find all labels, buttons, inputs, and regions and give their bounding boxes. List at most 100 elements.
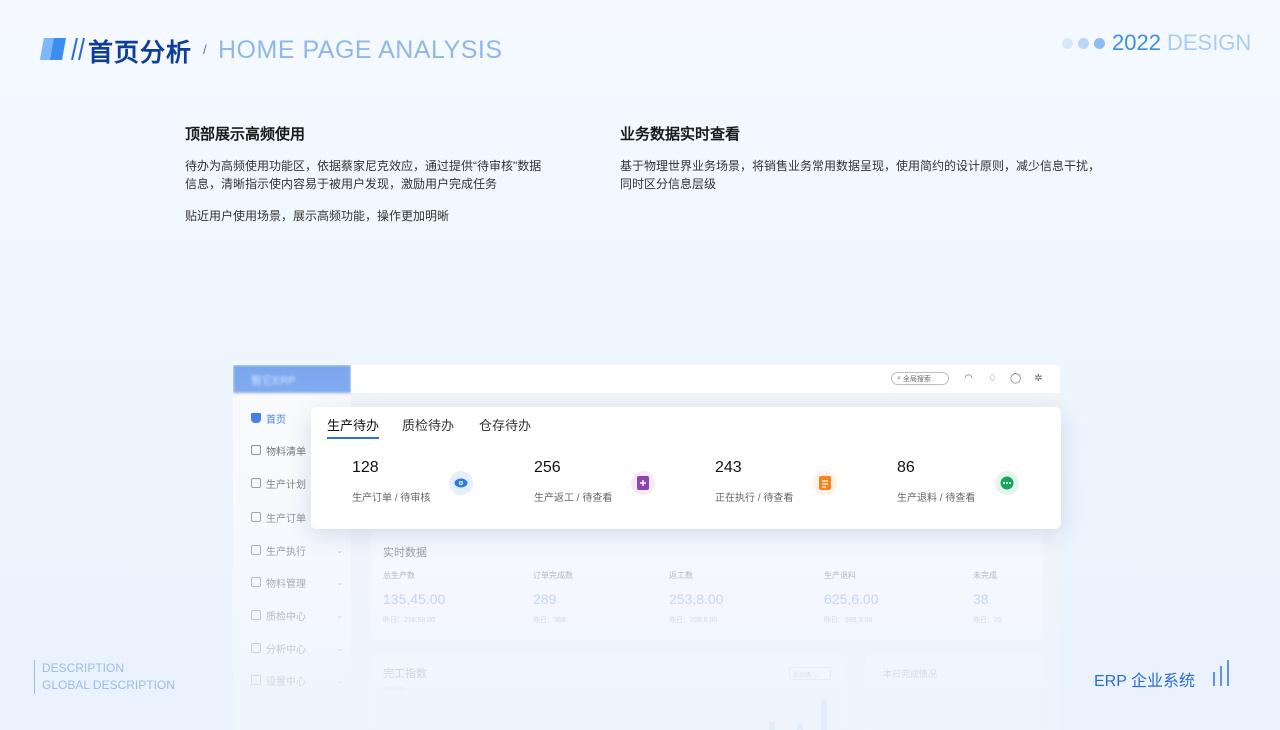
- realtime-label: 生产退料: [824, 571, 856, 580]
- sidebar-item-label: 物料清单: [266, 446, 306, 458]
- todo-card: 生产待办 质检待办 仓存待办 128 生产订单 / 待审核 256 生产返工 /…: [311, 407, 1061, 529]
- realtime-label: 未完成: [973, 571, 997, 580]
- sidebar-item-label: 生产订单: [266, 513, 306, 525]
- brand-logo-icon: [40, 38, 85, 61]
- realtime-label: 总生产数: [383, 571, 415, 580]
- realtime-label: 返工数: [669, 571, 693, 580]
- page-subtitle: HOME PAGE ANALYSIS: [218, 36, 503, 64]
- realtime-value: 289: [533, 591, 557, 607]
- chart-bar: [821, 700, 827, 730]
- home-icon: [251, 413, 261, 423]
- todo-item[interactable]: 86 生产退料 / 待查看: [897, 459, 975, 504]
- realtime-value: 135,45.00: [383, 591, 446, 607]
- list-icon: [251, 445, 261, 455]
- todo-count: 256: [534, 459, 561, 476]
- realtime-item: 生产退料 625,6.00 昨日：596,3.00: [824, 570, 879, 625]
- intro-left-heading: 顶部展示高频使用: [185, 126, 306, 143]
- sidebar-item-label: 首页: [266, 414, 286, 426]
- sidebar-item-settings[interactable]: 设置中心 ⌄: [233, 669, 351, 691]
- settings-icon[interactable]: ✲: [1033, 373, 1044, 384]
- eye-icon[interactable]: [449, 471, 473, 495]
- todo-item[interactable]: 256 生产返工 / 待查看: [534, 459, 612, 504]
- range-select[interactable]: 近30天 ⌄: [789, 667, 831, 680]
- sidebar-item-label: 物料管理: [266, 578, 306, 590]
- todo-count: 128: [352, 459, 379, 476]
- chat-icon[interactable]: [995, 471, 1019, 495]
- realtime-value: 38: [973, 591, 989, 607]
- user-icon[interactable]: ◯: [1010, 373, 1021, 384]
- chart-bar: [797, 724, 803, 730]
- headset-icon[interactable]: ◠: [963, 373, 974, 384]
- decorative-dots: [1062, 38, 1105, 49]
- global-search-input[interactable]: ⌕ 全局搜索: [891, 372, 949, 385]
- app-logo: 智它ERP: [233, 365, 351, 393]
- description-line-1: DESCRIPTION: [42, 661, 125, 675]
- realtime-yesterday: 昨日：25: [973, 617, 1002, 624]
- chevron-down-icon: ⌄: [336, 610, 343, 620]
- gear-icon: [251, 675, 261, 685]
- realtime-yesterday: 昨日：255,6.00: [669, 617, 718, 624]
- todo-item[interactable]: 128 生产订单 / 待审核: [352, 459, 430, 504]
- description-line-2: GLOBAL DESCRIPTION: [42, 678, 175, 692]
- completion-index-title: 完工指数: [383, 668, 427, 680]
- sidebar-item-label: 生产执行: [266, 546, 306, 558]
- chevron-down-icon: ⌄: [336, 577, 343, 587]
- sidebar-item-material[interactable]: 物料管理 ⌄: [233, 571, 351, 593]
- realtime-item: 总生产数 135,45.00 昨日：216,58.00: [383, 570, 445, 625]
- design-label: DESIGN: [1166, 30, 1252, 55]
- sidebar-item-label: 分析中心: [266, 644, 306, 656]
- bell-icon[interactable]: ♢: [987, 373, 998, 384]
- bars-icon: [1213, 660, 1229, 686]
- today-completion-panel: 本日完成情况: [865, 655, 1043, 730]
- todo-item[interactable]: 243 正在执行 / 待查看: [715, 459, 793, 504]
- product-name: ERP 企业系统: [1094, 673, 1196, 690]
- chart-axis-label: 200,000: [383, 687, 405, 693]
- completion-index-panel: 完工指数 近30天 ⌄ 200,000: [371, 655, 845, 730]
- page-title: 首页分析: [88, 39, 193, 67]
- check-icon: [251, 610, 261, 620]
- search-placeholder: 全局搜索: [902, 375, 931, 383]
- top-bar: ⌕ 全局搜索 ◠ ♢ ◯ ✲: [351, 365, 1060, 393]
- chart-bar: [769, 722, 775, 730]
- todo-label: 正在执行 / 待查看: [715, 493, 794, 504]
- today-completion-title: 本日完成情况: [883, 669, 938, 679]
- year-number: 2022: [1112, 30, 1161, 55]
- sidebar-item-label: 质检中心: [266, 611, 306, 623]
- year-label: 2022 DESIGN: [1112, 30, 1251, 56]
- chevron-down-icon: ⌄: [336, 545, 343, 555]
- intro-left-paragraph-1: 待办为高频使用功能区，依据蔡家尼克效应，通过提供“待审核"数据信息，清晰指示使内…: [185, 159, 542, 191]
- sidebar-item-label: 设置中心: [266, 676, 306, 688]
- tab-quality-todo[interactable]: 质检待办: [402, 415, 454, 437]
- description-block: DESCRIPTION GLOBAL DESCRIPTION: [34, 660, 175, 694]
- box-icon: [251, 577, 261, 587]
- chevron-down-icon: ⌄: [336, 643, 343, 653]
- realtime-item: 返工数 253,8.00 昨日：255,6.00: [669, 570, 724, 625]
- realtime-label: 订单完成数: [533, 571, 573, 580]
- realtime-item: 未完成 38 昨日：25: [973, 570, 1002, 625]
- doc-icon[interactable]: [813, 471, 837, 495]
- todo-count: 243: [715, 459, 742, 476]
- intro-left-paragraph-2: 贴近用户使用场景，展示高频功能，操作更加明晰: [185, 209, 450, 223]
- realtime-data-panel: 实时数据 总生产数 135,45.00 昨日：216,58.00 订单完成数 2…: [371, 530, 1043, 640]
- sidebar-item-label: 生产计划: [266, 479, 306, 491]
- tab-warehouse-todo[interactable]: 仓存待办: [479, 415, 531, 437]
- order-icon: [251, 512, 261, 522]
- sidebar-item-execution[interactable]: 生产执行 ⌄: [233, 539, 351, 561]
- intro-right-heading: 业务数据实时查看: [620, 126, 741, 143]
- realtime-yesterday: 昨日：596,3.00: [824, 617, 873, 624]
- doc-icon: [251, 545, 261, 555]
- chevron-down-icon: ⌄: [336, 675, 343, 685]
- realtime-item: 订单完成数 289 昨日：368: [533, 570, 573, 625]
- search-icon: ⌕: [897, 374, 901, 382]
- realtime-value: 625,6.00: [824, 591, 879, 607]
- todo-label: 生产退料 / 待查看: [897, 493, 976, 504]
- todo-label: 生产订单 / 待审核: [352, 493, 431, 504]
- realtime-title: 实时数据: [383, 547, 427, 559]
- add-file-icon[interactable]: [631, 471, 655, 495]
- realtime-yesterday: 昨日：368: [533, 617, 566, 624]
- todo-count: 86: [897, 459, 915, 476]
- tab-production-todo[interactable]: 生产待办: [327, 415, 380, 439]
- sidebar-item-quality[interactable]: 质检中心 ⌄: [233, 604, 351, 626]
- sidebar-item-analysis[interactable]: 分析中心 ⌄: [233, 637, 351, 659]
- todo-label: 生产返工 / 待查看: [534, 493, 613, 504]
